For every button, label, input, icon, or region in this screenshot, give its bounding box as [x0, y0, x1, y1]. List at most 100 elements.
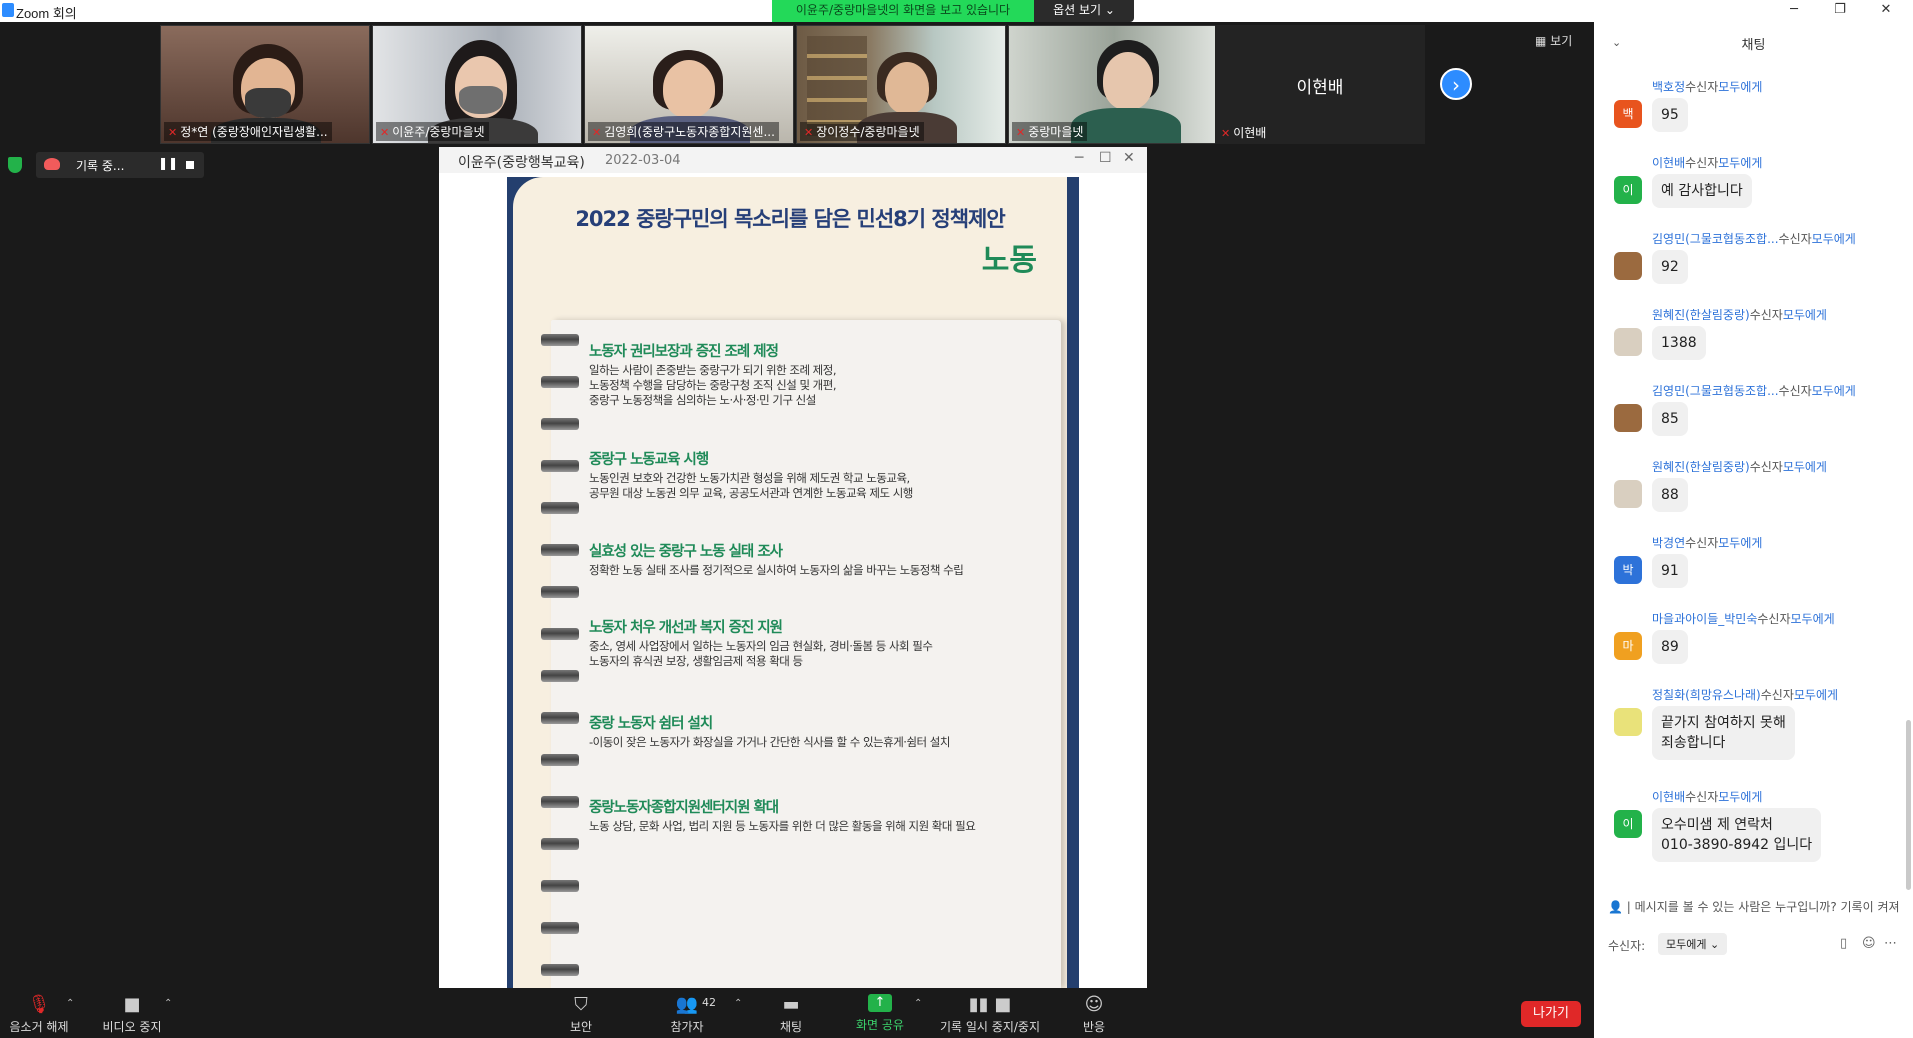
chat-button[interactable]: ▬ 채팅	[766, 988, 816, 1038]
share-screen-label: 화면 공유	[856, 1018, 904, 1032]
recipient-name[interactable]: 모두에게	[1718, 80, 1762, 94]
chat-sender-line: 백호정수신자모두에게	[1652, 78, 1762, 95]
emoji-icon[interactable]: ☺	[1862, 936, 1876, 951]
security-label: 보안	[569, 1020, 593, 1034]
avatar: 백	[1614, 100, 1642, 128]
people-icon: 👤	[1608, 900, 1623, 914]
sender-name[interactable]: 박경연	[1652, 536, 1685, 550]
stop-video-label: 비디오 중지	[102, 1020, 162, 1034]
sender-name[interactable]: 김영민(그물코협동조합...	[1652, 384, 1779, 398]
recipient-label: 수신자:	[1608, 939, 1646, 953]
recipient-name[interactable]: 모두에게	[1718, 156, 1762, 170]
recipient-word: 수신자	[1749, 460, 1783, 474]
unmute-button[interactable]: 🎙 음소거 해제	[4, 988, 74, 1038]
view-button[interactable]: ▦ 보기	[1535, 32, 1572, 49]
shared-close-icon: ✕	[1123, 150, 1135, 166]
chat-hint-text: 메시지를 볼 수 있는 사람은 누구입니까? 기록이 켜져	[1634, 900, 1900, 914]
chat-message-list[interactable]: 백호정수신자모두에게 백 95 이현배수신자모두에게 이 예 감사합니다 김영민…	[1594, 78, 1913, 878]
stop-video-button[interactable]: ■ 비디오 중지	[92, 988, 172, 1038]
muted-mic-icon: ✕	[804, 126, 814, 139]
view-options-button[interactable]: 옵션 보기 ⌄	[1034, 0, 1134, 22]
shared-window-titlebar: 이윤주(중랑행복교육) 2022-03-04 ─ ☐ ✕	[439, 147, 1147, 173]
participant-tile[interactable]: ✕ 이윤주/중랑마을넷	[372, 25, 582, 144]
participant-name: ✕ 장이정수/중랑마을넷	[800, 122, 924, 141]
policy-item: 중랑 노동자 쉼터 설치 -이동이 잦은 노동자가 화장실을 가거나 간단한 식…	[589, 712, 1049, 750]
sender-name[interactable]: 이현배	[1652, 156, 1685, 170]
chat-sender-line: 마을과아이들_박민숙수신자모두에게	[1652, 610, 1835, 627]
recipient-word: 수신자	[1685, 790, 1719, 804]
meeting-toolbar: 🎙 음소거 해제 ⌃ ■ 비디오 중지 ⌃ ⛉ 보안 👥 참가자 ⌃ ▬ 채팅 …	[0, 988, 1594, 1038]
sender-name[interactable]: 이현배	[1652, 790, 1685, 804]
share-options-caret-icon[interactable]: ⌃	[914, 998, 922, 1009]
policy-item: 노동자 권리보장과 증진 조례 제정 일하는 사람이 존중받는 중랑구가 되기 …	[589, 340, 1049, 408]
chat-sender-line: 원혜진(한살림중랑)수신자모두에게	[1652, 306, 1827, 323]
recipient-name[interactable]: 모두에게	[1718, 536, 1762, 550]
chat-scrollbar[interactable]	[1906, 720, 1911, 890]
participant-name: ✕ 중랑마을넷	[1012, 122, 1088, 141]
poster-background: 2022 중랑구민의 목소리를 담은 민선8기 정책제안 노동 노동자 권리보장…	[513, 177, 1067, 988]
share-screen-button[interactable]: ↑ 화면 공유	[848, 988, 912, 1038]
cloud-record-icon	[44, 158, 60, 170]
binder-ring	[541, 460, 579, 472]
shared-screen-window: 이윤주(중랑행복교육) 2022-03-04 ─ ☐ ✕ 2022 중랑구민의 …	[439, 147, 1147, 988]
chat-header: ⌄ 채팅	[1594, 22, 1913, 62]
participants-label: 참가자	[670, 1020, 704, 1034]
policy-item: 노동자 처우 개선과 복지 증진 지원 중소, 영세 사업장에서 일하는 노동자…	[589, 616, 1049, 669]
audio-options-caret-icon[interactable]: ⌃	[66, 998, 74, 1009]
leave-meeting-button[interactable]: 나가기	[1521, 1001, 1581, 1027]
participant-tile[interactable]: ✕ 김영희(중랑구노동자종합지원센...	[584, 25, 794, 144]
security-button[interactable]: ⛉ 보안	[556, 988, 606, 1038]
recipient-word: 수신자	[1685, 80, 1719, 94]
participants-count-badge: 42	[702, 996, 716, 1009]
policy-item: 중랑노동자종합지원센터지원 확대 노동 상담, 문화 사업, 법리 지원 등 노…	[589, 796, 1049, 834]
chat-visibility-hint[interactable]: 👤 | 메시지를 볼 수 있는 사람은 누구입니까? 기록이 켜져	[1608, 898, 1908, 915]
policy-item-desc: 일하는 사람이 존중받는 중랑구가 되기 위한 조례 제정, 노동정책 수행을 …	[589, 363, 837, 407]
recipient-name[interactable]: 모두에게	[1783, 308, 1827, 322]
chat-message-input[interactable]	[1608, 966, 1900, 1030]
pause-stop-recording-button[interactable]: ▮▮ ■ 기록 일시 중지/중지	[934, 988, 1046, 1038]
binder-ring	[541, 922, 579, 934]
participants-caret-icon[interactable]: ⌃	[734, 998, 742, 1009]
share-screen-arrow-icon: ↑	[868, 994, 892, 1012]
close-button[interactable]: ✕	[1863, 0, 1909, 22]
binder-ring	[541, 670, 579, 682]
participant-tile[interactable]: ✕ 중랑마을넷	[1008, 25, 1218, 144]
recording-control-label: 기록 일시 중지/중지	[940, 1020, 1040, 1034]
chat-sender-line: 이현배수신자모두에게	[1652, 788, 1762, 805]
sender-name[interactable]: 백호정	[1652, 80, 1685, 94]
file-icon[interactable]: ▯	[1840, 936, 1847, 951]
pause-icon[interactable]: ❚❚	[158, 156, 178, 170]
recipient-word: 수신자	[1749, 308, 1783, 322]
recipient-select[interactable]: 모두에게 ⌄	[1658, 933, 1728, 955]
sender-name[interactable]: 김영민(그물코협동조합...	[1652, 232, 1779, 246]
recipient-name[interactable]: 모두에게	[1718, 790, 1762, 804]
participant-tile-no-video[interactable]: 이현배 ✕ 이현배	[1215, 25, 1425, 144]
binder-ring	[541, 544, 579, 556]
maximize-button[interactable]: ❐	[1817, 0, 1863, 22]
participant-tile[interactable]: ✕ 장이정수/중랑마을넷	[796, 25, 1006, 144]
minimize-button[interactable]: ─	[1771, 0, 1817, 22]
policy-item-desc: 노동 상담, 문화 사업, 법리 지원 등 노동자를 위한 더 많은 활동을 위…	[589, 819, 976, 833]
muted-microphone-icon: 🎙	[27, 994, 51, 1015]
sender-name[interactable]: 원혜진(한살림중랑)	[1652, 460, 1750, 474]
more-options-icon[interactable]: ⋯	[1884, 936, 1897, 951]
chat-sender-line: 김영민(그물코협동조합...수신자모두에게	[1652, 382, 1856, 399]
chat-sender-line: 김영민(그물코협동조합...수신자모두에게	[1652, 230, 1856, 247]
sender-name[interactable]: 원혜진(한살림중랑)	[1652, 308, 1750, 322]
recipient-name[interactable]: 모두에게	[1812, 384, 1856, 398]
next-page-arrow-icon[interactable]: ›	[1440, 68, 1472, 100]
sender-name[interactable]: 마을과아이들_박민숙	[1652, 612, 1757, 626]
recipient-name[interactable]: 모두에게	[1812, 232, 1856, 246]
participant-tile[interactable]: ✕ 정*연 (중랑장애인자립생활...	[160, 25, 370, 144]
recipient-name[interactable]: 모두에게	[1794, 688, 1838, 702]
stop-icon[interactable]	[186, 161, 194, 169]
chat-bubble: 91	[1652, 554, 1688, 588]
video-options-caret-icon[interactable]: ⌃	[164, 998, 172, 1009]
policy-item-title: 중랑노동자종합지원센터지원 확대	[589, 800, 779, 816]
sender-name[interactable]: 정칠화(희망유스나래)	[1652, 688, 1761, 702]
recipient-name[interactable]: 모두에게	[1783, 460, 1827, 474]
policy-item: 실효성 있는 중랑구 노동 실태 조사 정확한 노동 실태 조사를 정기적으로 …	[589, 540, 1049, 578]
avatar-image	[1614, 480, 1642, 508]
reactions-button[interactable]: ☺ 반응	[1072, 988, 1116, 1038]
recipient-name[interactable]: 모두에게	[1791, 612, 1835, 626]
